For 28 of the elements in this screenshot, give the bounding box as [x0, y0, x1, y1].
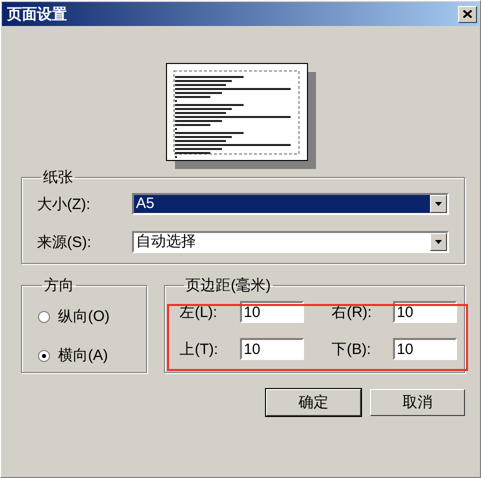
radio-option[interactable]: 纵向(O) [38, 307, 146, 326]
radio-option[interactable]: 横向(A) [38, 346, 146, 365]
field-label: 上(T): [180, 340, 220, 358]
input-field[interactable]: 10 [392, 338, 457, 360]
field-label: 右(R): [330, 302, 373, 322]
input-field[interactable]: 10 [392, 301, 457, 323]
field-label: 大小(Z): [37, 194, 92, 214]
dialog-button[interactable]: 取消 [370, 389, 465, 416]
window-title: 页面设置 [7, 4, 67, 24]
group-title: 方向 [43, 276, 75, 295]
close-icon [463, 10, 472, 18]
dialog-button[interactable]: 确定 [266, 389, 361, 416]
dropdown-value: A5 [134, 195, 430, 213]
close-button[interactable] [458, 6, 477, 22]
field-label: 下(B): [330, 340, 372, 358]
dropdown-arrow-icon [435, 240, 442, 244]
dropdown-field[interactable]: 自动选择 [132, 231, 449, 253]
input-field[interactable]: 10 [240, 301, 304, 323]
field-label: 来源(S): [37, 232, 92, 252]
dropdown-value: 自动选择 [135, 233, 197, 251]
dropdown-button[interactable] [430, 233, 447, 251]
dropdown-button[interactable] [430, 195, 447, 213]
dropdown-field[interactable]: A5 [132, 193, 449, 215]
group-title: 页边距(毫米) [184, 276, 272, 295]
group-title: 纸张 [42, 168, 74, 187]
field-label: 左(L): [180, 302, 218, 322]
dropdown-arrow-icon [435, 202, 442, 206]
input-field[interactable]: 10 [240, 338, 304, 360]
